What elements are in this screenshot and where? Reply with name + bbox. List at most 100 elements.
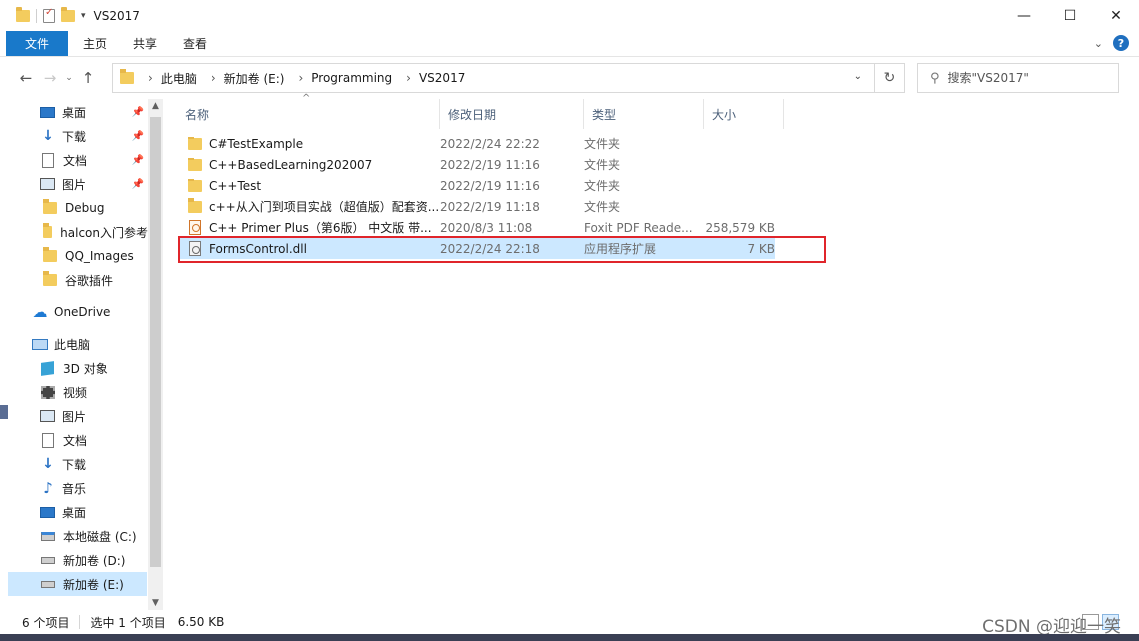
sidebar-item-label: 谷歌插件 [65,273,114,288]
sidebar-item-pictures[interactable]: 图片 📌 [0,172,148,196]
document-icon [42,152,54,168]
file-list: ^ 名称 修改日期 类型 大小 C#TestExample 2022/2/24 … [165,93,1139,610]
sidebar-item-label: QQ_Images [65,249,134,263]
breadcrumb-item[interactable]: VS2017 [419,71,465,85]
desktop-icon [40,506,55,518]
file-name: C++ Primer Plus（第6版） 中文版 带... [209,221,432,235]
selection-size: 6.50 KB [177,615,225,629]
quick-access-toolbar: ▾ [0,6,86,23]
chevron-right-icon[interactable]: › [148,71,153,85]
sidebar-item-debug[interactable]: Debug [0,196,148,220]
sidebar-item-label: 音乐 [62,481,87,496]
tab-share[interactable]: 共享 [120,31,170,56]
sidebar-item-3d-objects[interactable]: 3D 对象 [0,356,148,380]
sidebar-item-documents[interactable]: 文档 📌 [0,148,148,172]
folder-icon [188,178,202,192]
column-date[interactable]: 修改日期 [440,99,584,129]
window-controls: — ☐ ✕ [1001,0,1139,31]
sidebar-scrollbar[interactable]: ▲ ▼ [148,99,163,610]
file-size: 258,579 KB [705,220,775,235]
selection-count: 选中 1 个项目 [90,615,166,630]
sidebar-item-halcon[interactable]: halcon入门参考 [0,220,148,244]
file-date: 2020/8/3 11:08 [440,220,533,235]
sidebar-item-downloads[interactable]: ↓ 下载 📌 [0,124,148,148]
pin-icon: 📌 [131,106,144,118]
navigation-bar: ← → ⌄ ↑ › 此电脑 › 新加卷 (E:) › Programming ›… [0,57,1139,99]
refresh-icon[interactable]: ↻ [874,64,904,92]
file-row[interactable]: c++从入门到项目实战（超值版）配套资... 2022/2/19 11:18 文… [179,196,775,217]
breadcrumb-item[interactable]: 此电脑 [161,70,197,87]
sidebar-item-music[interactable]: ♪ 音乐 [0,476,148,500]
scrollbar-thumb[interactable] [150,117,161,567]
search-icon: ⚲ [930,70,940,86]
address-bar[interactable]: › 此电脑 › 新加卷 (E:) › Programming › VS2017 … [112,63,905,93]
recent-locations-icon[interactable]: ⌄ [62,73,76,83]
sidebar-item-label: halcon入门参考 [60,225,148,240]
chevron-right-icon[interactable]: › [298,71,303,85]
breadcrumb-item[interactable]: 新加卷 (E:) [224,70,285,87]
chevron-right-icon[interactable]: › [211,71,216,85]
sidebar-item-qq-images[interactable]: QQ_Images [0,244,148,268]
expand-ribbon-icon[interactable]: ⌄ [1094,37,1103,50]
file-row[interactable]: C#TestExample 2022/2/24 22:22 文件夹 [179,133,775,154]
tab-file[interactable]: 文件 [6,31,68,56]
file-row-selected[interactable]: FormsControl.dll 2022/2/24 22:18 应用程序扩展 … [179,238,775,259]
breadcrumb-item[interactable]: Programming [311,71,392,85]
video-icon [41,385,55,399]
sort-ascending-icon: ^ [302,93,311,104]
window-title: VS2017 [93,8,140,23]
navigation-pane: 桌面 📌 ↓ 下载 📌 文档 📌 图片 📌 Debug halcon入门参考 Q… [0,99,164,610]
sidebar-item-drive-e[interactable]: 新加卷 (E:) [8,572,147,596]
sidebar-item-chrome-plugins[interactable]: 谷歌插件 [0,268,148,292]
sidebar-item-label: 本地磁盘 (C:) [63,529,137,544]
tab-home[interactable]: 主页 [70,31,120,56]
file-type: 文件夹 [584,137,621,151]
sidebar-item-label: 图片 [62,409,87,424]
forward-arrow-icon[interactable]: → [38,69,62,87]
up-arrow-icon[interactable]: ↑ [76,69,100,87]
maximize-icon[interactable]: ☐ [1047,0,1093,31]
properties-icon[interactable] [43,7,55,23]
sidebar-item-drive-d[interactable]: 新加卷 (D:) [0,548,148,572]
column-type[interactable]: 类型 [584,99,704,129]
column-size[interactable]: 大小 [704,99,784,129]
folder-icon[interactable] [16,6,30,22]
scroll-up-icon[interactable]: ▲ [148,101,163,111]
sidebar-item-videos[interactable]: 视频 [0,380,148,404]
status-bar: 6 个项目 选中 1 个项目 6.50 KB [0,610,1139,634]
sidebar-item-label: 下载 [62,457,87,472]
file-row[interactable]: C++ Primer Plus（第6版） 中文版 带... 2020/8/3 1… [179,217,775,238]
back-arrow-icon[interactable]: ← [14,69,38,87]
column-name[interactable]: ^ 名称 [165,93,440,129]
file-row[interactable]: C++BasedLearning202007 2022/2/19 11:16 文… [179,154,775,175]
file-type: 应用程序扩展 [584,242,657,256]
search-box[interactable]: ⚲ [917,63,1119,93]
tab-view[interactable]: 查看 [170,31,220,56]
sidebar-item-label: 下载 [62,129,87,144]
file-name: C++Test [209,178,262,193]
chevron-right-icon[interactable]: › [406,71,411,85]
close-icon[interactable]: ✕ [1093,0,1139,31]
new-folder-icon[interactable] [61,6,75,22]
minimize-icon[interactable]: — [1001,0,1047,31]
search-input[interactable] [947,71,1098,85]
sidebar-item-label: 桌面 [62,505,87,520]
sidebar-item-documents-pc[interactable]: 文档 [0,428,148,452]
sidebar-item-drive-c[interactable]: 本地磁盘 (C:) [0,524,148,548]
sidebar-item-desktop[interactable]: 桌面 📌 [0,100,148,124]
help-icon[interactable]: ? [1113,35,1129,51]
file-type: 文件夹 [584,179,621,193]
sidebar-item-pictures-pc[interactable]: 图片 [0,404,148,428]
sidebar-item-desktop-pc[interactable]: 桌面 [0,500,148,524]
sidebar-item-downloads-pc[interactable]: ↓ 下载 [0,452,148,476]
customize-dropdown-icon[interactable]: ▾ [81,11,86,21]
folder-icon [43,199,57,214]
chevron-down-icon[interactable]: ⌄ [854,71,862,82]
file-name: FormsControl.dll [209,241,307,256]
sidebar-item-onedrive[interactable]: ☁ OneDrive [0,300,148,324]
scroll-down-icon[interactable]: ▼ [148,598,163,608]
item-count: 6 个项目 [22,615,70,630]
file-row[interactable]: C++Test 2022/2/19 11:16 文件夹 [179,175,775,196]
sidebar-item-this-pc[interactable]: 此电脑 [0,332,148,356]
file-date: 2022/2/19 11:16 [440,157,540,172]
